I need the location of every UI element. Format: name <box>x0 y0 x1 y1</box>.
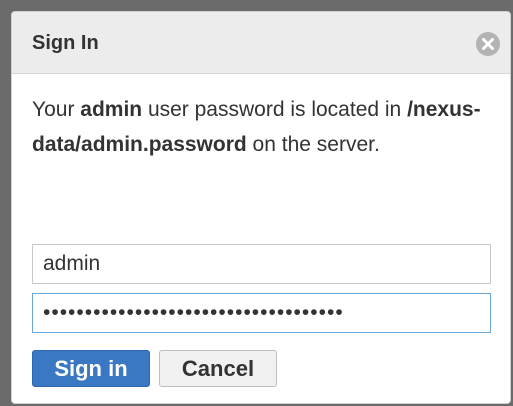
dialog-header: Sign In <box>12 12 510 74</box>
sign-in-button[interactable]: Sign in <box>32 350 150 387</box>
message-text-3: on the server. <box>246 133 380 156</box>
sign-in-dialog: Sign In Your admin user password is loca… <box>11 11 511 404</box>
message-text-1: Your <box>32 98 81 121</box>
message-username: admin <box>80 98 143 121</box>
password-input[interactable] <box>32 293 491 333</box>
username-input[interactable] <box>32 244 491 284</box>
close-icon <box>482 38 494 50</box>
cancel-button[interactable]: Cancel <box>159 350 277 387</box>
password-location-message: Your admin user password is located in /… <box>32 92 482 162</box>
close-button[interactable] <box>476 32 500 56</box>
message-text-2: user password is located in <box>142 98 408 121</box>
dialog-title: Sign In <box>32 32 99 54</box>
